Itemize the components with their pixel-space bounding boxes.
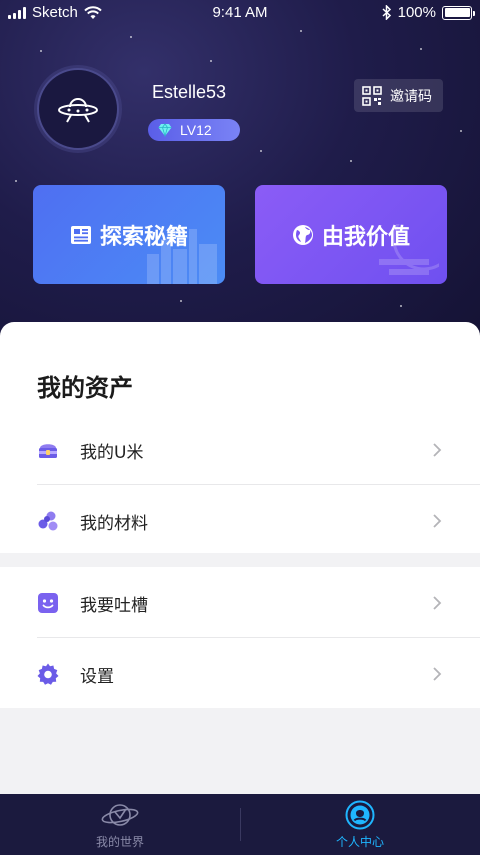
diamond-icon (158, 123, 172, 137)
more-sheet: 我要吐槽 设置 (0, 567, 480, 708)
chevron-right-icon (433, 443, 442, 457)
invite-code-button[interactable]: 邀请码 (354, 79, 443, 112)
list-item-label: 设置 (80, 666, 114, 687)
list-item-feedback[interactable]: 我要吐槽 (0, 568, 480, 638)
explore-label: 探索秘籍 (99, 224, 188, 250)
chevron-right-icon (433, 514, 442, 528)
star (350, 160, 352, 162)
gear-icon (37, 663, 59, 685)
ufo-icon (58, 98, 98, 123)
star (210, 60, 212, 62)
user-circle-icon (345, 800, 375, 829)
username: Estelle53 (152, 82, 227, 102)
list-item-label: 我的U米 (80, 442, 144, 463)
star (300, 30, 302, 32)
globe-icon (292, 224, 313, 245)
list-item-label: 我的材料 (80, 513, 148, 534)
tab-personal-center-label: 个人中心 (335, 834, 384, 849)
star (180, 300, 182, 302)
list-item-label: 我要吐槽 (80, 595, 148, 616)
planet-icon (101, 803, 139, 826)
divider (37, 637, 480, 638)
tab-personal-center[interactable]: 个人中心 (240, 794, 480, 855)
star (460, 130, 462, 132)
chevron-right-icon (433, 596, 442, 610)
status-right: 100% (382, 4, 475, 21)
divider (37, 484, 480, 485)
value-card[interactable]: 由我价值 (255, 185, 447, 284)
battery-icon (442, 5, 475, 20)
list-item-materials[interactable]: 我的材料 (0, 486, 480, 556)
qr-code-icon (362, 85, 382, 106)
tab-my-world-label: 我的世界 (95, 834, 144, 849)
avatar[interactable] (37, 68, 119, 150)
list-item-u-mi[interactable]: 我的U米 (0, 415, 480, 485)
chevron-right-icon (433, 667, 442, 681)
assets-title: 我的资产 (37, 374, 133, 402)
newspaper-icon (70, 225, 91, 244)
list-item-settings[interactable]: 设置 (0, 639, 480, 709)
treasure-box-icon (39, 444, 57, 458)
invite-code-label: 邀请码 (390, 88, 432, 105)
level-badge: LV12 (148, 119, 240, 141)
materials-icon (38, 511, 58, 531)
status-bar: Sketch 9:41 AM 100% (0, 0, 480, 28)
level-text: LV12 (180, 122, 212, 138)
tab-bar: 我的世界 个人中心 (0, 794, 480, 855)
star (15, 180, 17, 182)
star (420, 48, 422, 50)
value-label: 由我价值 (321, 224, 410, 250)
battery-percent: 100% (397, 4, 436, 21)
tab-my-world[interactable]: 我的世界 (0, 794, 240, 855)
smile-face-icon (38, 593, 58, 613)
star (260, 150, 262, 152)
star (40, 50, 42, 52)
assets-sheet: 我的资产 我的U米 我的材料 (0, 322, 480, 553)
explore-card[interactable]: 探索秘籍 (33, 185, 225, 284)
star (130, 36, 132, 38)
profile-header: Sketch 9:41 AM 100% Estelle53 LV12 邀请码 探… (0, 0, 480, 360)
star (400, 305, 402, 307)
bluetooth-icon (382, 5, 391, 20)
